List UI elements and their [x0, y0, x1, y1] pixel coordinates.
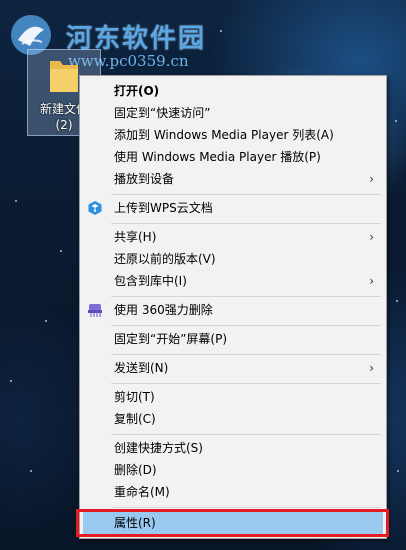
menu-separator [111, 223, 381, 224]
chevron-right-icon: › [369, 172, 374, 186]
menu-item-label: 重命名(M) [114, 485, 170, 499]
menu-separator [111, 354, 381, 355]
menu-item-label: 共享(H) [114, 230, 157, 244]
menu-item-upload-wps[interactable]: 上传到WPS云文档 [83, 197, 383, 219]
menu-separator [111, 434, 381, 435]
menu-item-label: 上传到WPS云文档 [114, 201, 213, 215]
star [60, 250, 62, 252]
menu-item-label: 使用 360强力删除 [114, 303, 213, 317]
menu-item-rename[interactable]: 重命名(M) [83, 481, 383, 503]
menu-item-label: 包含到库中(I) [114, 274, 187, 288]
menu-item-label: 添加到 Windows Media Player 列表(A) [114, 128, 334, 142]
menu-item-label: 使用 Windows Media Player 播放(P) [114, 150, 321, 164]
star [395, 120, 397, 122]
menu-item-play-wmp[interactable]: 使用 Windows Media Player 播放(P) [83, 146, 383, 168]
menu-item-label: 发送到(N) [114, 361, 169, 375]
menu-item-delete[interactable]: 删除(D) [83, 459, 383, 481]
menu-separator [111, 296, 381, 297]
star [15, 200, 17, 202]
chevron-right-icon: › [369, 230, 374, 244]
menu-item-copy[interactable]: 复制(C) [83, 408, 383, 430]
menu-item-restore-versions[interactable]: 还原以前的版本(V) [83, 248, 383, 270]
menu-separator [111, 325, 381, 326]
menu-item-label: 复制(C) [114, 412, 156, 426]
menu-item-pin-start[interactable]: 固定到“开始”屏幕(P) [83, 328, 383, 350]
menu-item-open[interactable]: 打开(O) [83, 80, 383, 102]
folder-icon [50, 61, 78, 92]
star [397, 470, 399, 472]
menu-separator [111, 507, 381, 508]
chevron-right-icon: › [369, 361, 374, 375]
menu-item-delete-360[interactable]: 使用 360强力删除 [83, 299, 383, 321]
menu-item-label: 删除(D) [114, 463, 157, 477]
menu-item-label: 剪切(T) [114, 390, 155, 404]
menu-item-label: 打开(O) [114, 84, 160, 98]
menu-item-share[interactable]: 共享(H) › [83, 226, 383, 248]
context-menu: 打开(O) 固定到“快速访问” 添加到 Windows Media Player… [79, 75, 387, 539]
menu-item-include-library[interactable]: 包含到库中(I) › [83, 270, 383, 292]
chevron-right-icon: › [369, 274, 374, 288]
star [30, 470, 32, 472]
shredder-360-icon [88, 304, 102, 317]
menu-item-label: 创建快捷方式(S) [114, 441, 203, 455]
menu-item-label: 播放到设备 [114, 172, 175, 186]
menu-item-label: 还原以前的版本(V) [114, 252, 216, 266]
star [10, 380, 12, 382]
menu-item-create-shortcut[interactable]: 创建快捷方式(S) [83, 437, 383, 459]
menu-item-cast-to-device[interactable]: 播放到设备 › [83, 168, 383, 190]
star [45, 320, 47, 322]
menu-item-pin-quick-access[interactable]: 固定到“快速访问” [83, 102, 383, 124]
star [220, 30, 222, 32]
annotation-highlight-box [76, 509, 389, 537]
menu-separator [111, 194, 381, 195]
menu-item-send-to[interactable]: 发送到(N) › [83, 357, 383, 379]
wps-cloud-icon [88, 201, 102, 215]
menu-separator [111, 383, 381, 384]
menu-item-label: 固定到“快速访问” [114, 106, 211, 120]
menu-item-add-wmp-list[interactable]: 添加到 Windows Media Player 列表(A) [83, 124, 383, 146]
star [396, 300, 398, 302]
menu-item-cut[interactable]: 剪切(T) [83, 386, 383, 408]
menu-item-label: 固定到“开始”屏幕(P) [114, 332, 228, 346]
